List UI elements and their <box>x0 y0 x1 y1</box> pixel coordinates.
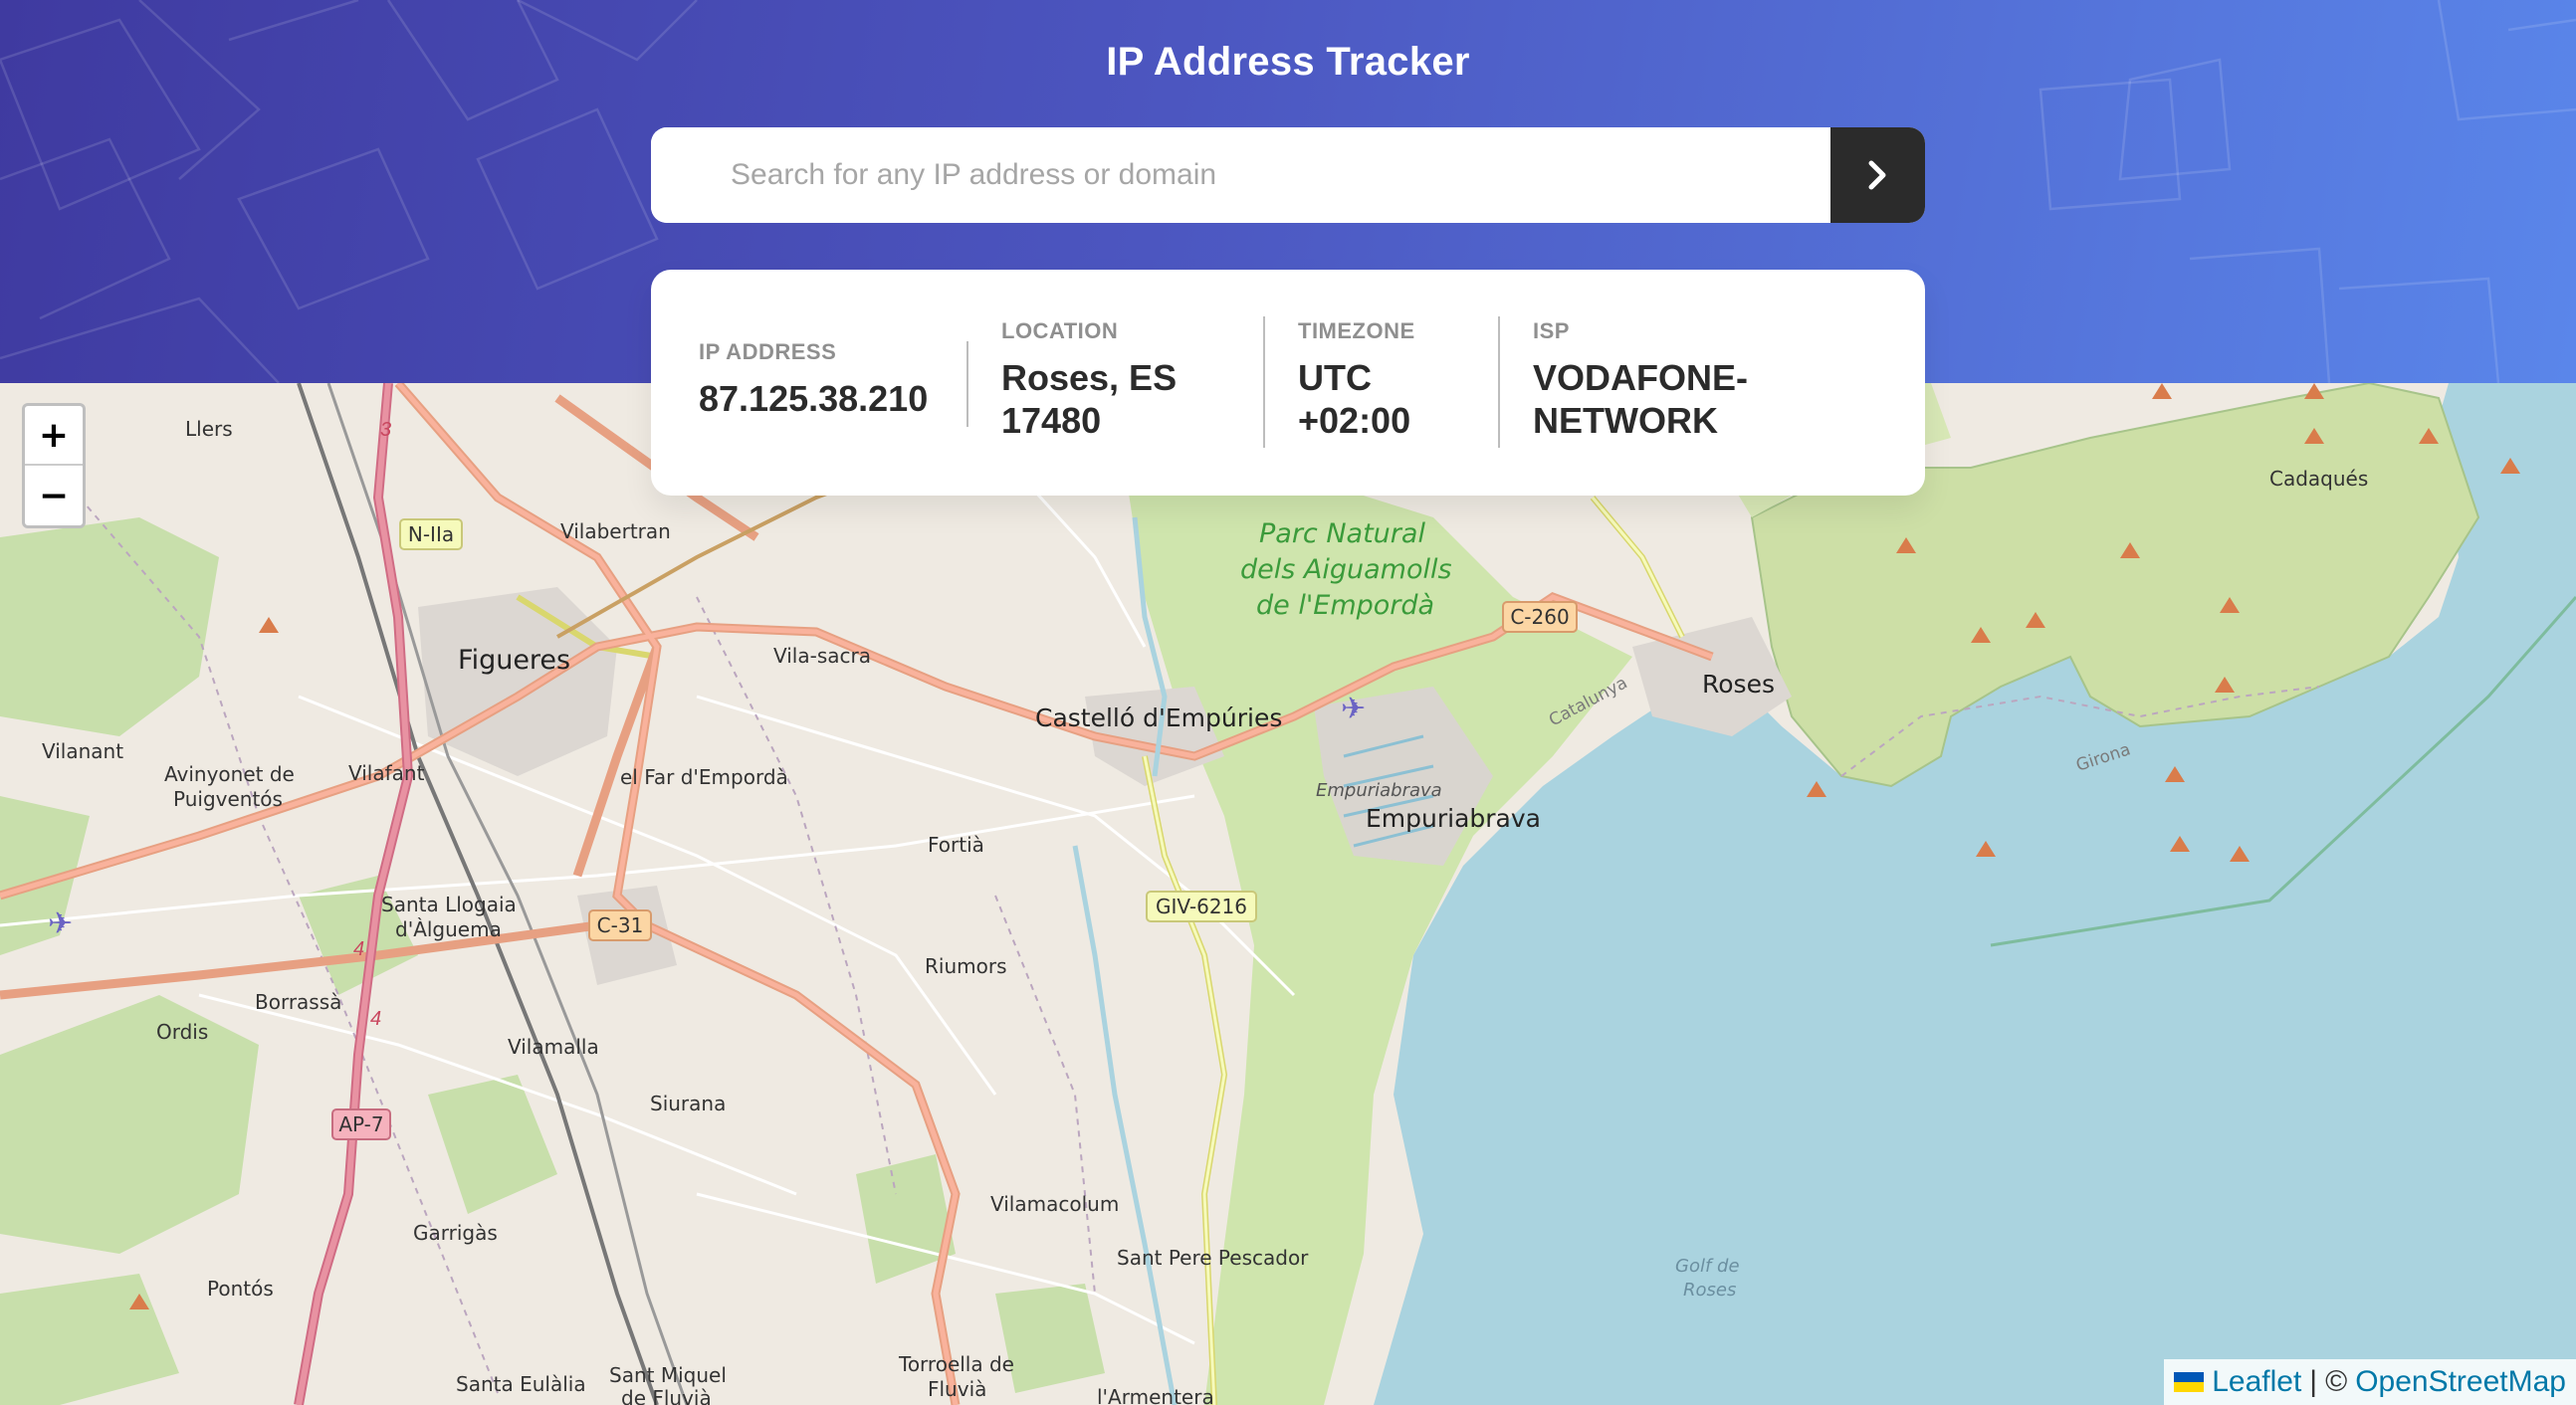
road-shield: AP-7 <box>331 1108 391 1140</box>
place-label: Vilanant <box>42 739 123 763</box>
zoom-control: + − <box>22 403 86 528</box>
map-tiles[interactable]: ✈ ✈ N-IIa C-260 C-31 GIV-6216 AP-7 3 4 4… <box>0 383 2576 1405</box>
location-value-line1: Roses, ES <box>1001 357 1178 398</box>
isp-value-line1: VODAFONE- <box>1533 357 1748 398</box>
zoom-in-button[interactable]: + <box>25 406 83 466</box>
place-label: Riumors <box>925 954 1007 978</box>
place-label: Vilamalla <box>508 1035 599 1059</box>
location-value-line2: 17480 <box>1001 400 1102 441</box>
place-label: Vilafant <box>348 761 425 785</box>
place-label: Parc Natural <box>1259 518 1425 549</box>
road-number: 4 <box>353 938 364 960</box>
place-label: Santa Eulàlia <box>456 1372 586 1396</box>
place-label: d'Àlguema <box>395 917 502 941</box>
svg-text:AP-7: AP-7 <box>338 1112 383 1136</box>
ukraine-flag-icon <box>2174 1372 2205 1392</box>
road-shield: GIV-6216 <box>1146 891 1257 922</box>
ip-address-label: IP ADDRESS <box>699 339 837 364</box>
svg-text:N-IIa: N-IIa <box>408 522 454 546</box>
place-label: l'Armentera <box>1097 1385 1214 1405</box>
place-label: Avinyonet de <box>164 762 295 786</box>
place-label: Figueres <box>458 645 570 676</box>
place-label: Sant Miquel <box>609 1363 727 1387</box>
place-label: Torroella de <box>898 1352 1014 1376</box>
search-bar <box>651 127 1925 223</box>
attribution-separator: | <box>2309 1365 2318 1398</box>
location-label: LOCATION <box>1001 318 1119 343</box>
map-attribution: Leaflet | © OpenStreetMap <box>2164 1359 2576 1405</box>
ip-info-panel: IP ADDRESS 87.125.38.210 LOCATION Roses,… <box>651 270 1925 496</box>
place-label: Empuriabrava <box>1316 780 1442 801</box>
divider <box>966 341 968 427</box>
place-label: de l'Empordà <box>1256 590 1434 621</box>
place-label: Llers <box>185 417 233 441</box>
place-label: dels Aiguamolls <box>1240 554 1452 585</box>
search-submit-button[interactable] <box>1830 127 1925 223</box>
place-label: Cadaqués <box>2269 467 2368 491</box>
place-label: de Fluvià <box>621 1386 712 1405</box>
divider <box>1498 316 1500 448</box>
timezone-value-line2: +02:00 <box>1298 400 1411 441</box>
search-input[interactable] <box>651 127 1830 223</box>
place-label: Puigventós <box>173 787 283 811</box>
place-label: Ordis <box>156 1020 208 1044</box>
isp-cell: ISP VODAFONE- NETWORK <box>1533 318 1748 442</box>
isp-value-line2: NETWORK <box>1533 400 1718 441</box>
airport-icon: ✈ <box>48 907 73 940</box>
place-label: Vilabertran <box>560 519 671 543</box>
road-shield: C-31 <box>588 909 652 941</box>
map[interactable]: ✈ ✈ N-IIa C-260 C-31 GIV-6216 AP-7 3 4 4… <box>0 383 2576 1405</box>
place-label: Garrigàs <box>413 1221 498 1245</box>
place-label: el Far d'Empordà <box>620 765 788 789</box>
isp-label: ISP <box>1533 318 1570 343</box>
location-cell: LOCATION Roses, ES 17480 <box>1001 318 1177 442</box>
chevron-right-icon <box>1868 160 1885 190</box>
place-label: Siurana <box>650 1092 726 1115</box>
svg-text:GIV-6216: GIV-6216 <box>1156 895 1247 918</box>
road-number: 4 <box>370 1008 381 1030</box>
place-label: Roses <box>1702 670 1775 699</box>
airport-icon: ✈ <box>1341 693 1366 725</box>
place-label: Santa Llogaia <box>381 893 517 916</box>
place-label: Golf de <box>1675 1256 1740 1277</box>
road-number: 3 <box>380 419 391 441</box>
page-title: IP Address Tracker <box>1106 40 1470 84</box>
road-shield: N-IIa <box>399 518 463 550</box>
road-shield: C-260 <box>1502 601 1578 633</box>
place-label: Sant Pere Pescador <box>1117 1246 1309 1270</box>
svg-text:C-260: C-260 <box>1510 605 1569 629</box>
timezone-cell: TIMEZONE UTC +02:00 <box>1298 318 1415 442</box>
place-label: Castelló d'Empúries <box>1035 703 1282 732</box>
zoom-out-button[interactable]: − <box>25 466 83 525</box>
place-label: Vila-sacra <box>773 644 871 668</box>
place-label: Empuriabrava <box>1366 804 1541 833</box>
copyright-symbol: © <box>2325 1365 2348 1398</box>
svg-text:C-31: C-31 <box>597 913 644 937</box>
place-label: Borrassà <box>255 990 341 1014</box>
place-label: Pontós <box>207 1277 274 1301</box>
timezone-label: TIMEZONE <box>1298 318 1415 343</box>
openstreetmap-link[interactable]: OpenStreetMap <box>2355 1365 2566 1399</box>
place-label: Vilamacolum <box>990 1192 1119 1216</box>
ip-address-cell: IP ADDRESS 87.125.38.210 <box>699 339 928 420</box>
ip-address-value: 87.125.38.210 <box>699 378 929 419</box>
divider <box>1263 316 1265 448</box>
place-label: Fluvià <box>928 1377 986 1401</box>
timezone-value-line1: UTC <box>1298 357 1372 398</box>
place-label: Fortià <box>928 833 984 857</box>
leaflet-link[interactable]: Leaflet <box>2212 1365 2301 1399</box>
place-label: Roses <box>1683 1280 1736 1301</box>
